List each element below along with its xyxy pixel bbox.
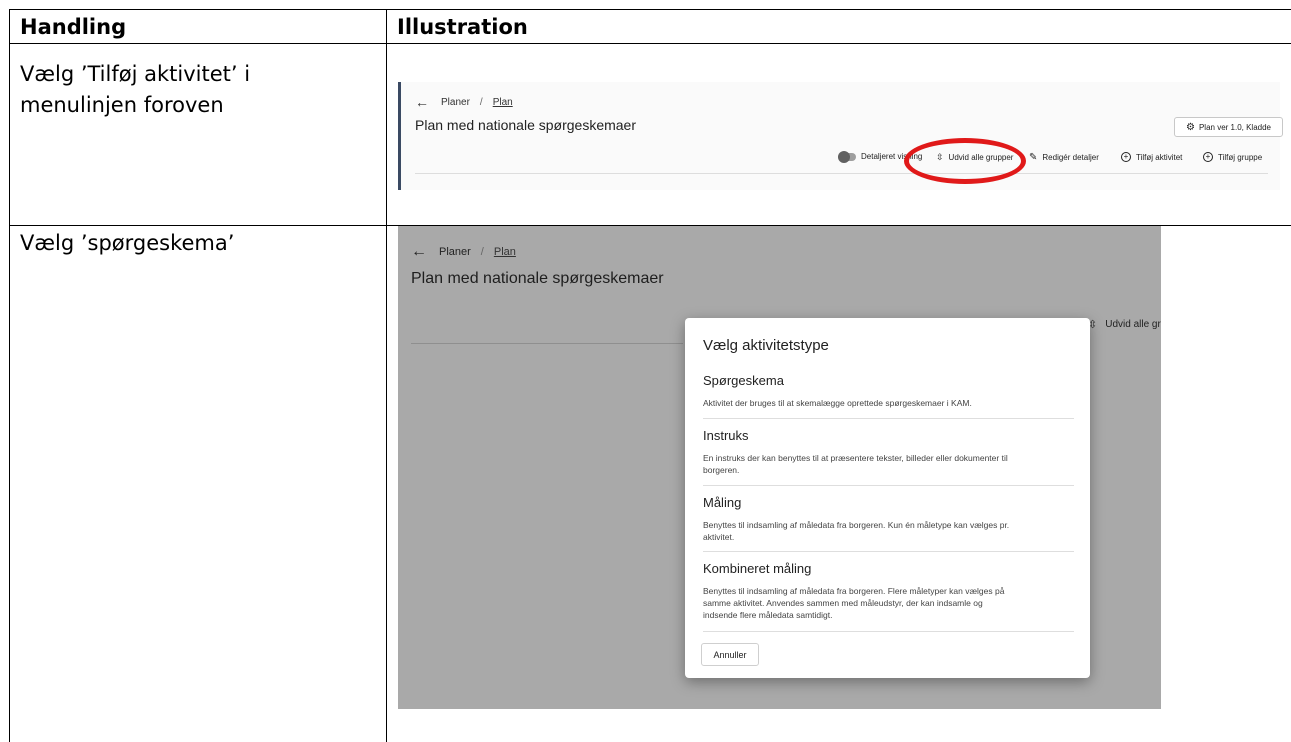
breadcrumb-current[interactable]: Plan bbox=[494, 246, 516, 258]
edit-details-button[interactable]: ✎ Redigér detaljer bbox=[1029, 152, 1099, 163]
plan-version-label: Plan ver 1.0, Kladde bbox=[1198, 122, 1271, 132]
dialog-title: Vælg aktivitetstype bbox=[703, 337, 829, 354]
add-activity-label: Tilføj aktivitet bbox=[1136, 152, 1183, 162]
option-description: Benyttes til indsamling af måledata fra … bbox=[703, 585, 1074, 621]
row1-handling-line1: Vælg ’Tilføj aktivitet’ i bbox=[20, 62, 251, 86]
breadcrumb-parent[interactable]: Planer bbox=[439, 246, 471, 258]
option-questionnaire[interactable]: Spørgeskema Aktivitet der bruges til at … bbox=[703, 373, 1074, 409]
breadcrumb: ← Planer / Plan bbox=[411, 243, 516, 261]
option-title: Måling bbox=[703, 495, 742, 510]
option-title: Kombineret måling bbox=[703, 561, 812, 576]
add-activity-button[interactable]: + Tilføj aktivitet bbox=[1121, 152, 1182, 162]
back-arrow-icon[interactable]: ← bbox=[411, 243, 427, 261]
option-instruction[interactable]: Instruks En instruks der kan benyttes ti… bbox=[703, 428, 1074, 476]
table-border-left bbox=[9, 9, 10, 742]
option-description-line: samme aktivitet. Anvendes sammen med mål… bbox=[703, 598, 983, 608]
column-divider bbox=[386, 9, 387, 742]
screenshot-plan-toolbar: ← Planer / Plan Plan med nationale spørg… bbox=[398, 82, 1283, 190]
breadcrumb-current[interactable]: Plan bbox=[493, 97, 513, 108]
breadcrumb-separator: / bbox=[479, 96, 483, 108]
header-divider bbox=[9, 43, 1291, 44]
option-description-line: aktivitet. bbox=[703, 532, 735, 542]
header-handling: Handling bbox=[20, 15, 127, 39]
option-description: Aktivitet der bruges til at skemalægge o… bbox=[703, 397, 1074, 409]
breadcrumb-separator: / bbox=[480, 246, 484, 258]
page-title: Plan med nationale spørgeskemaer bbox=[415, 117, 637, 133]
option-description: En instruks der kan benyttes til at præs… bbox=[703, 452, 1074, 476]
activity-type-dialog: Vælg aktivitetstype Spørgeskema Aktivite… bbox=[685, 318, 1090, 678]
toolbar-divider bbox=[415, 173, 1268, 174]
highlight-circle bbox=[904, 138, 1026, 184]
cancel-button[interactable]: Annuller bbox=[701, 643, 759, 666]
edit-details-label: Redigér detaljer bbox=[1042, 153, 1099, 162]
option-title: Instruks bbox=[703, 428, 749, 443]
option-combined-measurement[interactable]: Kombineret måling Benyttes til indsamlin… bbox=[703, 561, 1074, 621]
breadcrumb: ← Planer / Plan bbox=[415, 94, 513, 110]
breadcrumb-parent[interactable]: Planer bbox=[441, 97, 470, 108]
gear-icon: ⚙ bbox=[1185, 121, 1195, 133]
option-divider bbox=[703, 418, 1074, 419]
option-divider bbox=[703, 631, 1074, 632]
expand-groups-button[interactable]: ⇳ Udvid alle gr bbox=[1088, 318, 1161, 331]
pencil-icon: ✎ bbox=[1029, 152, 1038, 163]
page-title: Plan med nationale spørgeskemaer bbox=[411, 270, 664, 287]
add-circle-icon: + bbox=[1121, 152, 1131, 162]
expand-groups-label: Udvid alle gr bbox=[1105, 319, 1161, 330]
row1-handling-line2: menulinjen foroven bbox=[20, 93, 224, 117]
add-circle-icon: + bbox=[1203, 152, 1213, 162]
screenshot-activity-type-dialog: ← Planer / Plan Plan med nationale spørg… bbox=[398, 226, 1161, 709]
option-title: Spørgeskema bbox=[703, 373, 784, 388]
option-description-line: Aktivitet der bruges til at skemalægge o… bbox=[703, 398, 972, 408]
background-divider bbox=[411, 343, 683, 344]
plan-version-button[interactable]: ⚙ Plan ver 1.0, Kladde bbox=[1174, 117, 1283, 137]
option-description-line: indsende flere måledata samtidigt. bbox=[703, 610, 833, 620]
option-divider bbox=[703, 551, 1074, 552]
option-description-line: En instruks der kan benyttes til at præs… bbox=[703, 453, 1008, 463]
header-illustration: Illustration bbox=[397, 15, 528, 39]
option-description: Benyttes til indsamling af måledata fra … bbox=[703, 519, 1074, 543]
option-description-line: Benyttes til indsamling af måledata fra … bbox=[703, 586, 1005, 596]
option-divider bbox=[703, 485, 1074, 486]
add-group-label: Tilføj gruppe bbox=[1218, 152, 1263, 162]
toggle-switch-icon bbox=[838, 150, 856, 163]
row2-handling: Vælg ’spørgeskema’ bbox=[20, 231, 235, 255]
back-arrow-icon[interactable]: ← bbox=[415, 94, 429, 110]
add-group-button[interactable]: + Tilføj gruppe bbox=[1203, 152, 1262, 162]
table-border-top bbox=[9, 9, 1291, 10]
option-description-line: Benyttes til indsamling af måledata fra … bbox=[703, 520, 1010, 530]
option-description-line: borgeren. bbox=[703, 465, 740, 475]
option-measurement[interactable]: Måling Benyttes til indsamling af måleda… bbox=[703, 495, 1074, 543]
